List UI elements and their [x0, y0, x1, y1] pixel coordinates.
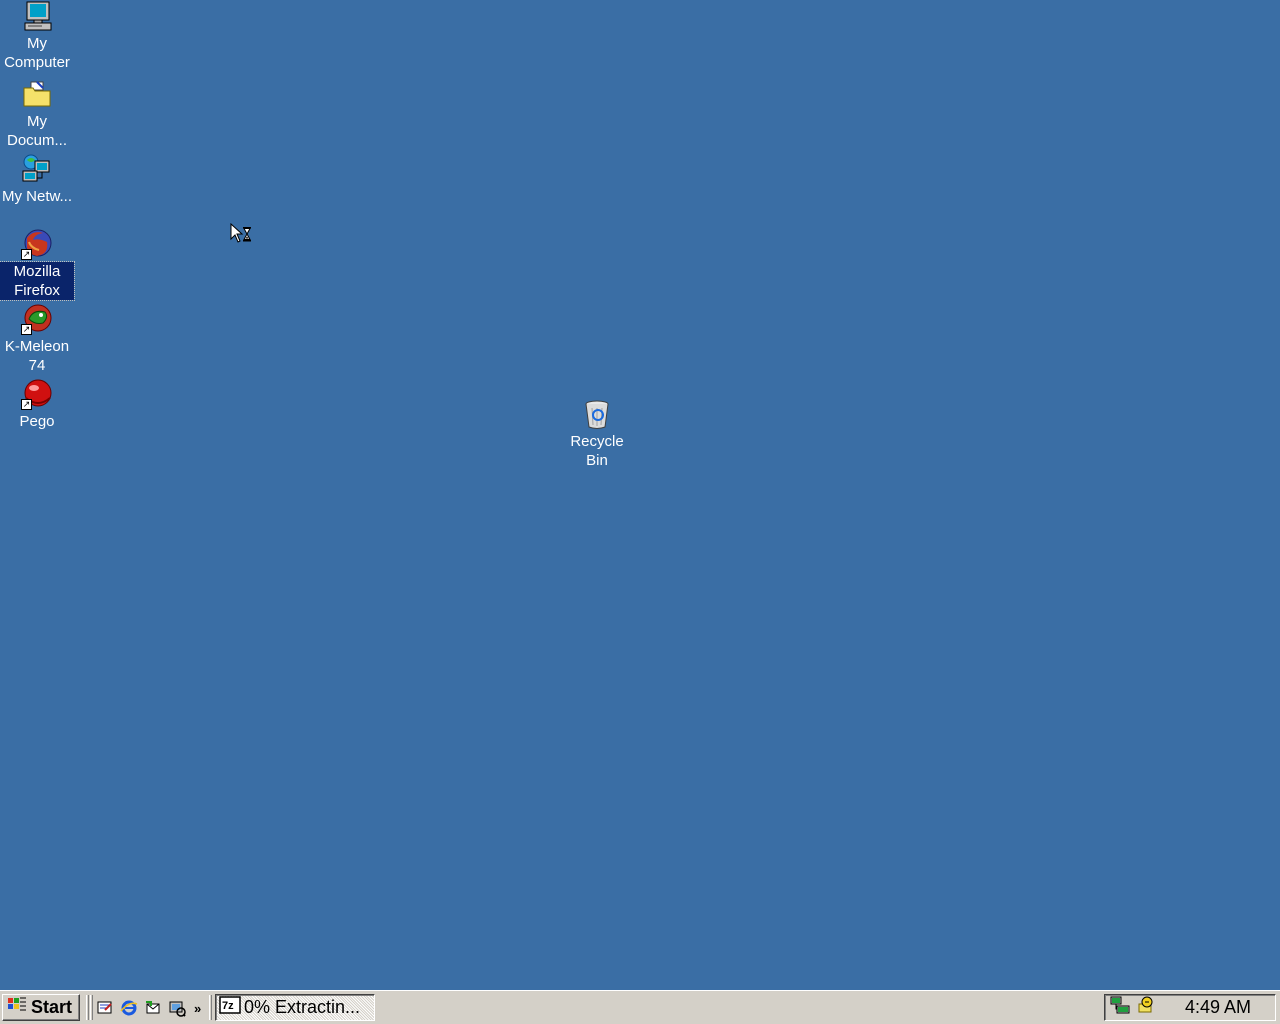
desktop-icon-my-documents[interactable]: My Docum...	[0, 78, 74, 150]
desktop-icon-mozilla-firefox[interactable]: ↗ Mozilla Firefox	[0, 228, 75, 301]
recycle-bin-icon	[581, 398, 613, 430]
desktop-icon-my-network[interactable]: My Netw...	[0, 153, 74, 206]
computer-icon	[21, 0, 53, 32]
media-player-icon[interactable]	[168, 999, 186, 1017]
desktop-icon-my-computer[interactable]: My Computer	[0, 0, 74, 72]
security-tray-icon[interactable]	[1135, 995, 1155, 1020]
desktop[interactable]: My Computer My Docum... My Netw... ↗ Moz…	[0, 0, 1280, 990]
desktop-icon-label: K-Meleon 74	[4, 338, 70, 374]
start-button[interactable]: Start	[2, 994, 80, 1021]
k-meleon-icon: ↗	[21, 303, 53, 335]
task-label: 0% Extractin...	[244, 997, 361, 1017]
desktop-icon-pego[interactable]: ↗ Pego	[0, 378, 74, 431]
network-tray-icon[interactable]	[1109, 995, 1131, 1020]
desktop-icon-label: My Docum...	[6, 113, 67, 149]
desktop-icon-label: My Computer	[4, 35, 70, 71]
system-tray: 4:49 AM	[1104, 994, 1276, 1021]
busy-arrow-cursor	[230, 222, 254, 250]
outlook-express-icon[interactable]	[144, 999, 162, 1017]
toolbar-grip[interactable]	[90, 995, 93, 1020]
network-places-icon	[21, 153, 53, 185]
firefox-icon: ↗	[21, 228, 53, 260]
taskbar-task-extracting[interactable]: 7z 0% Extractin...	[215, 994, 375, 1021]
toolbar-grip[interactable]	[86, 995, 89, 1020]
shortcut-arrow-icon: ↗	[21, 324, 32, 335]
7zip-icon: 7z	[219, 996, 241, 1019]
desktop-icon-label: Mozilla Firefox	[0, 261, 75, 301]
pego-icon: ↗	[21, 378, 53, 410]
shortcut-arrow-icon: ↗	[21, 249, 32, 260]
desktop-icon-label: My Netw...	[1, 188, 72, 205]
desktop-icon-recycle-bin[interactable]: Recycle Bin	[560, 398, 634, 470]
desktop-icon-label: Recycle Bin	[570, 433, 624, 469]
windows-logo-icon	[6, 996, 28, 1019]
start-label: Start	[31, 997, 73, 1017]
show-desktop-icon[interactable]	[96, 999, 114, 1017]
quick-launch-more-button[interactable]: »	[194, 1001, 201, 1016]
quick-launch-bar: »	[96, 995, 201, 1021]
desktop-icon-label: Pego	[19, 413, 55, 430]
desktop-icon-k-meleon[interactable]: ↗ K-Meleon 74	[0, 303, 74, 375]
clock[interactable]: 4:49 AM	[1185, 997, 1251, 1018]
internet-explorer-icon[interactable]	[120, 999, 138, 1017]
documents-folder-icon	[21, 78, 53, 110]
svg-text:7z: 7z	[222, 1000, 234, 1012]
toolbar-grip[interactable]	[209, 995, 212, 1020]
shortcut-arrow-icon: ↗	[21, 399, 32, 410]
taskbar: Start » 7z 0% Extractin... 4:49 AM	[0, 990, 1280, 1024]
